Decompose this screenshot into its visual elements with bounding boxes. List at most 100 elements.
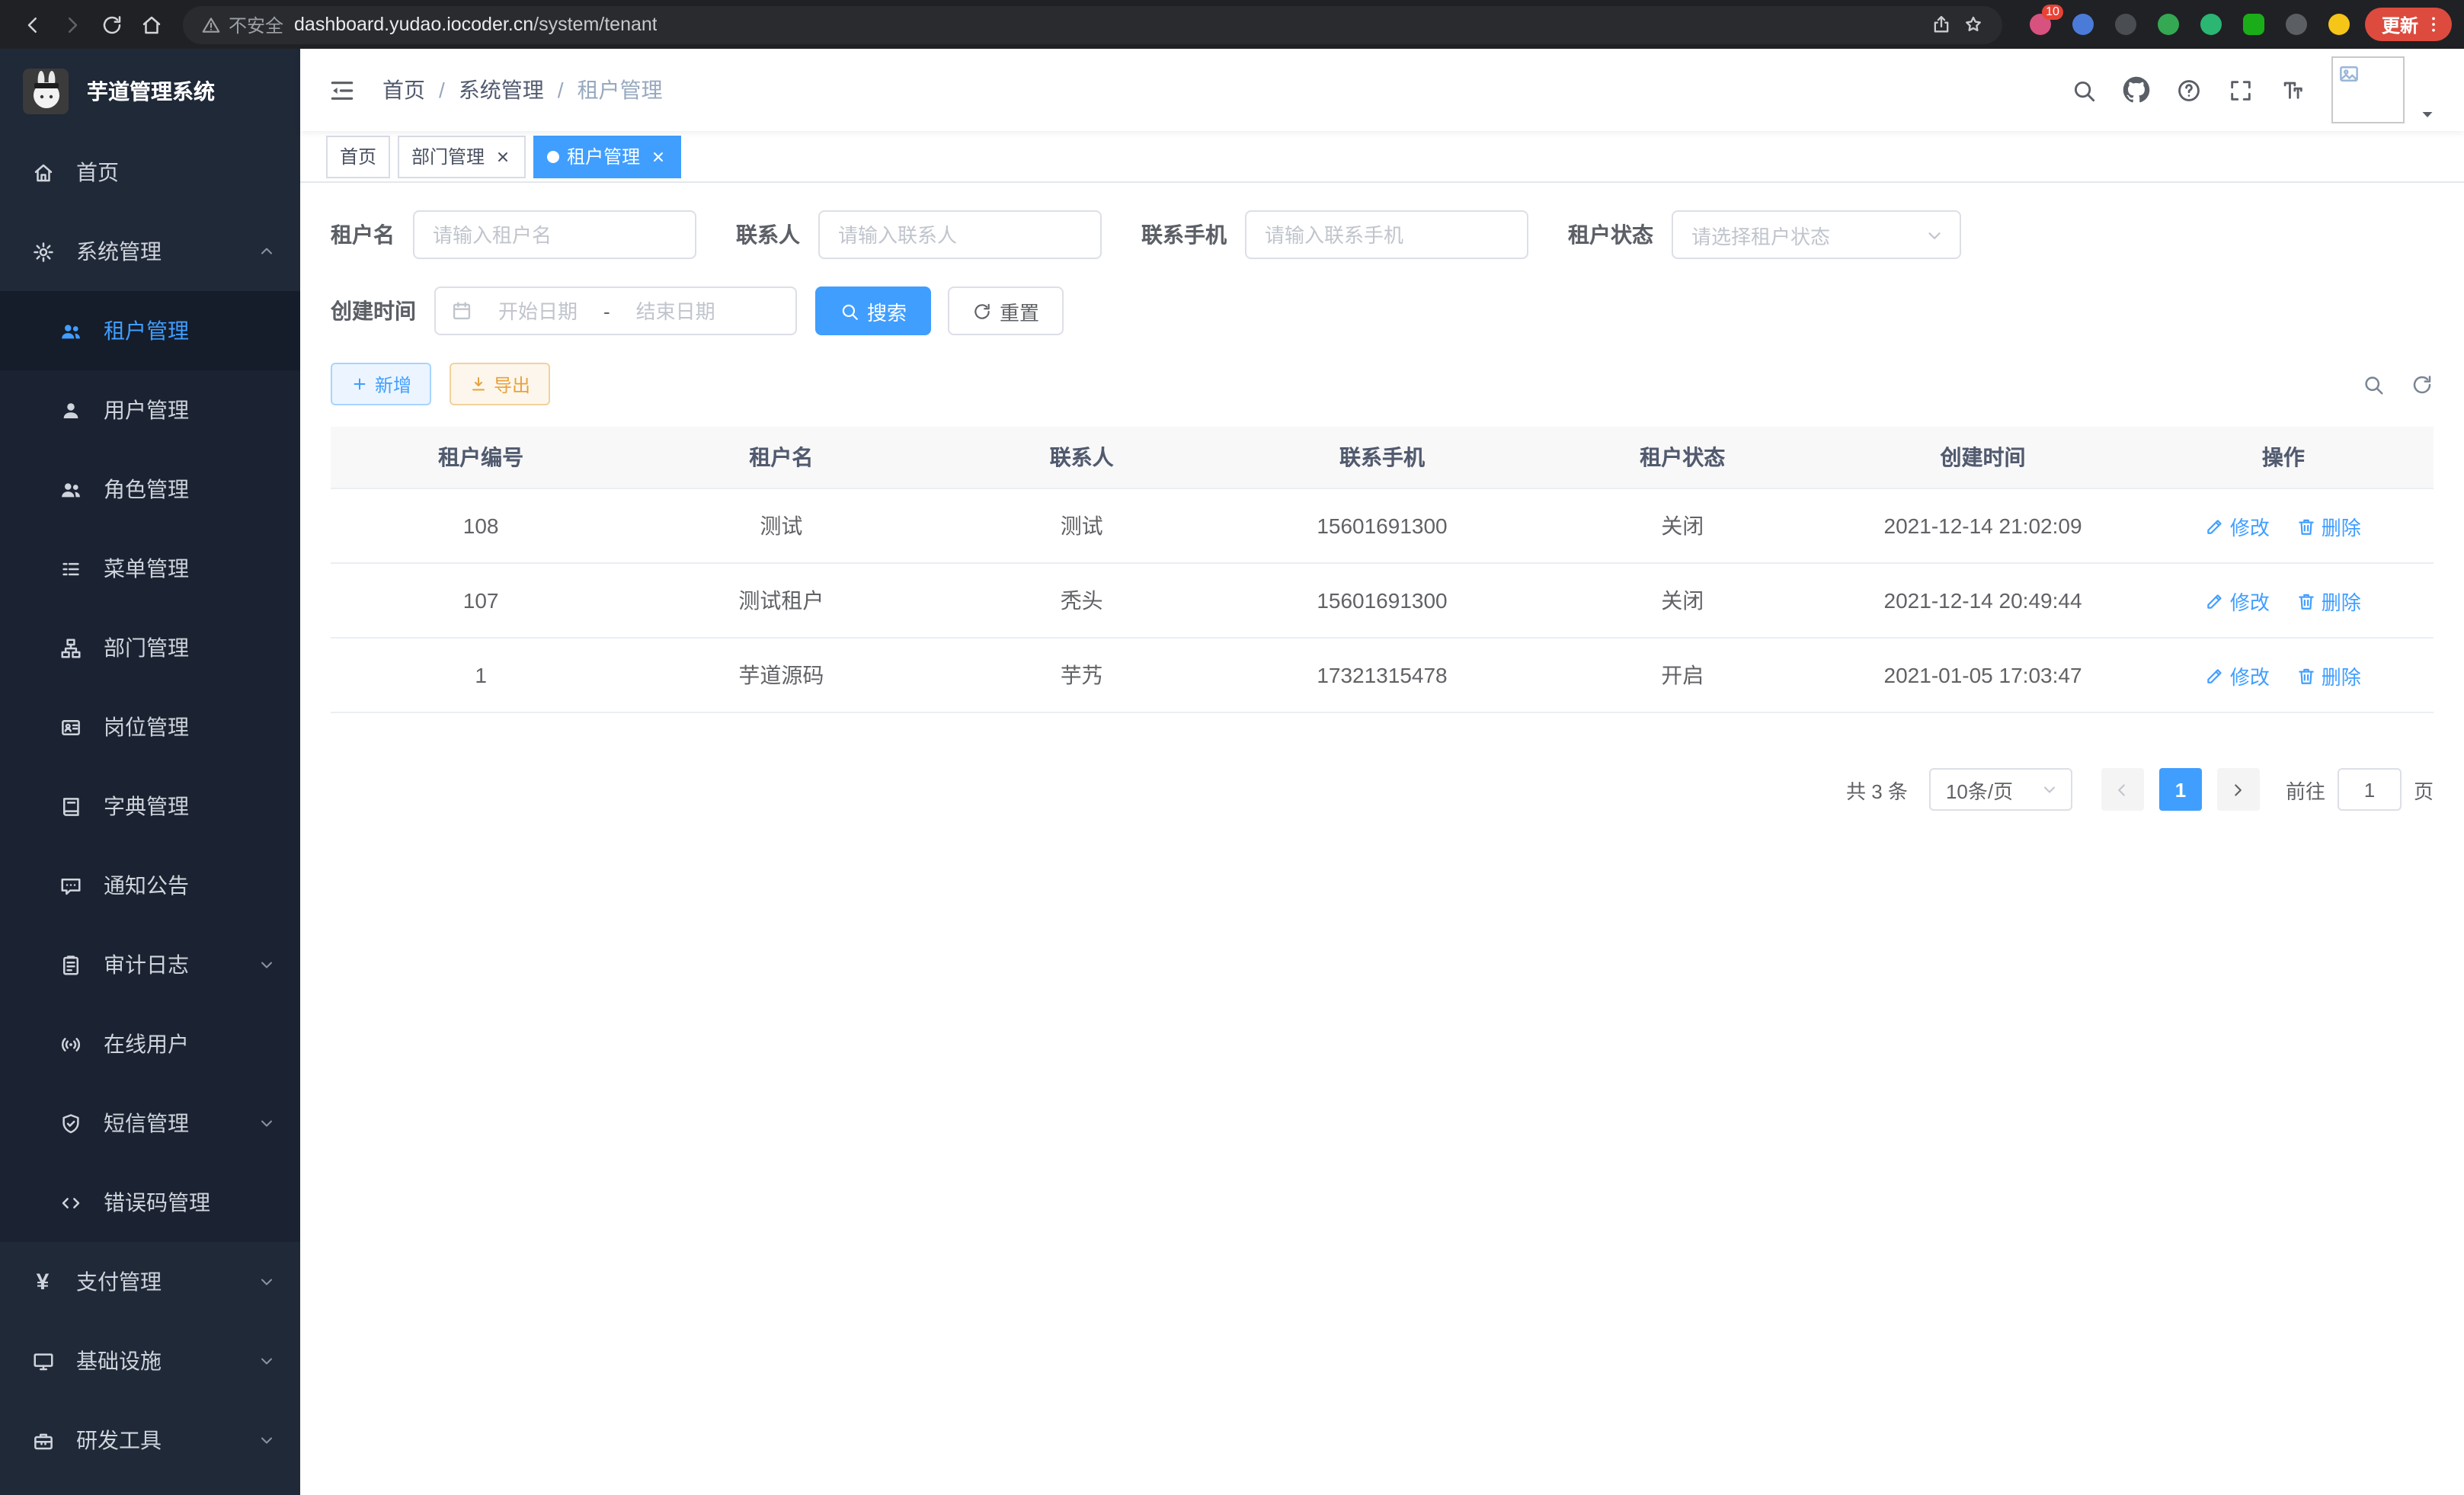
sidebar-item[interactable]: 审计日志	[0, 925, 300, 1004]
delete-label: 删除	[2322, 661, 2361, 690]
sidebar-item[interactable]: 错误码管理	[0, 1163, 300, 1242]
extension-icon[interactable]	[2325, 11, 2353, 38]
edit-link[interactable]: 修改	[2206, 511, 2270, 540]
sidebar-item[interactable]: 在线用户	[0, 1004, 300, 1084]
phone-input[interactable]	[1245, 210, 1528, 259]
bookmark-star-button[interactable]	[1963, 14, 1984, 35]
page-size-value: 10条/页	[1946, 775, 2013, 804]
security-text: 不安全	[229, 11, 283, 37]
url-path: /system/tenant	[533, 14, 658, 35]
avatar-caret-icon[interactable]	[2418, 105, 2437, 123]
delete-link[interactable]: 删除	[2297, 661, 2361, 690]
edit-link[interactable]: 修改	[2206, 586, 2270, 615]
extension-icon[interactable]	[2240, 11, 2267, 38]
status-select-placeholder: 请选择租户状态	[1691, 220, 1830, 249]
sidebar-item-label: 在线用户	[104, 1029, 189, 1059]
page-number-button[interactable]: 1	[2159, 768, 2202, 811]
close-icon[interactable]	[648, 146, 667, 166]
browser-back-button[interactable]	[12, 5, 52, 44]
add-button[interactable]: 新增	[331, 363, 431, 405]
font-size-icon[interactable]	[2280, 77, 2306, 103]
export-button[interactable]: 导出	[450, 363, 550, 405]
sidebar-item[interactable]: 菜单管理	[0, 529, 300, 608]
browser-update-button[interactable]: 更新	[2365, 8, 2452, 41]
share-button[interactable]	[1931, 14, 1952, 35]
delete-link[interactable]: 删除	[2297, 511, 2361, 540]
breadcrumb-system[interactable]: 系统管理	[459, 75, 544, 105]
sidebar-item[interactable]: 通知公告	[0, 846, 300, 925]
tenant-name-input[interactable]	[413, 210, 696, 259]
sidebar-item-label: 岗位管理	[104, 712, 189, 742]
extension-icon[interactable]	[2197, 11, 2225, 38]
browser-home-button[interactable]	[131, 5, 171, 44]
cell-contact: 测试	[932, 488, 1232, 563]
extension-icon[interactable]	[2069, 11, 2097, 38]
date-range-picker[interactable]: -	[434, 287, 797, 335]
delete-link[interactable]: 删除	[2297, 586, 2361, 615]
filter-tenant-name: 租户名	[331, 210, 696, 259]
sidebar-item[interactable]: 研发工具	[0, 1401, 300, 1480]
help-icon[interactable]	[2176, 77, 2202, 103]
browser-forward-button[interactable]	[52, 5, 91, 44]
logo[interactable]: 芋道管理系统	[0, 49, 300, 133]
sidebar-item[interactable]: 系统管理	[0, 212, 300, 291]
prev-page-button[interactable]	[2101, 768, 2144, 811]
toggle-search-icon[interactable]	[2362, 373, 2385, 395]
refresh-table-icon[interactable]	[2411, 373, 2434, 395]
browser-reload-button[interactable]	[91, 5, 131, 44]
extension-icon[interactable]	[2112, 11, 2139, 38]
view-tab[interactable]: 部门管理	[398, 135, 526, 178]
user-avatar[interactable]	[2331, 56, 2405, 123]
sidebar-item[interactable]: 岗位管理	[0, 687, 300, 767]
tenant-icon	[58, 319, 82, 342]
monitor-icon	[30, 1349, 55, 1372]
sidebar-item[interactable]: 租户管理	[0, 291, 300, 370]
url-text[interactable]: dashboard.yudao.iocoder.cn/system/tenant	[294, 14, 658, 35]
menu-fold-icon[interactable]	[328, 75, 357, 104]
edit-icon	[2206, 591, 2226, 610]
date-start-input[interactable]	[478, 298, 597, 324]
address-bar[interactable]: 不安全 dashboard.yudao.iocoder.cn/system/te…	[183, 5, 2002, 43]
cell-tenant-id: 1	[331, 638, 631, 712]
goto-page-input[interactable]	[2338, 768, 2402, 811]
cell-status: 关闭	[1532, 488, 1832, 563]
page-size-select[interactable]: 10条/页	[1929, 768, 2072, 811]
table-header-row: 租户编号租户名联系人联系手机租户状态创建时间操作	[331, 427, 2434, 488]
cell-tenant-id: 107	[331, 563, 631, 638]
view-tab[interactable]: 租户管理	[533, 135, 681, 178]
kebab-menu-icon	[2423, 14, 2444, 35]
view-tab[interactable]: 首页	[326, 135, 390, 178]
sidebar-item[interactable]: 用户管理	[0, 370, 300, 450]
security-label[interactable]: 不安全	[201, 11, 283, 37]
sidebar-item[interactable]: 短信管理	[0, 1084, 300, 1163]
sidebar-item-label: 研发工具	[76, 1425, 162, 1455]
sidebar-item[interactable]: 字典管理	[0, 767, 300, 846]
reset-button[interactable]: 重置	[948, 287, 1064, 335]
sidebar-item[interactable]: 角色管理	[0, 450, 300, 529]
breadcrumb-home[interactable]: 首页	[382, 75, 425, 105]
header-search-icon[interactable]	[2071, 77, 2097, 103]
chevron-down-icon	[258, 956, 276, 974]
next-page-button[interactable]	[2217, 768, 2260, 811]
tenant-name-label: 租户名	[331, 219, 395, 250]
close-icon[interactable]	[492, 146, 512, 166]
sidebar-item[interactable]: ¥ 支付管理	[0, 1242, 300, 1321]
date-end-input[interactable]	[616, 298, 735, 324]
trash-icon	[2297, 516, 2317, 536]
status-select[interactable]: 请选择租户状态	[1672, 210, 1961, 259]
search-button[interactable]: 搜索	[815, 287, 931, 335]
github-icon[interactable]	[2123, 76, 2150, 104]
extension-icon[interactable]	[2283, 11, 2310, 38]
extension-icon[interactable]	[2155, 11, 2182, 38]
book-icon	[58, 795, 82, 818]
sidebar-item[interactable]: 首页	[0, 133, 300, 212]
sidebar-item[interactable]: 部门管理	[0, 608, 300, 687]
table-row: 1 芋道源码 芋艿 17321315478 开启 2021-01-05 17:0…	[331, 638, 2434, 712]
edit-link[interactable]: 修改	[2206, 661, 2270, 690]
sidebar-item[interactable]: 基础设施	[0, 1321, 300, 1401]
extension-icon[interactable]: 10	[2027, 11, 2054, 38]
sidebar-item-label: 菜单管理	[104, 553, 189, 584]
contact-input[interactable]	[818, 210, 1102, 259]
add-button-label: 新增	[375, 371, 411, 397]
fullscreen-icon[interactable]	[2228, 77, 2254, 103]
